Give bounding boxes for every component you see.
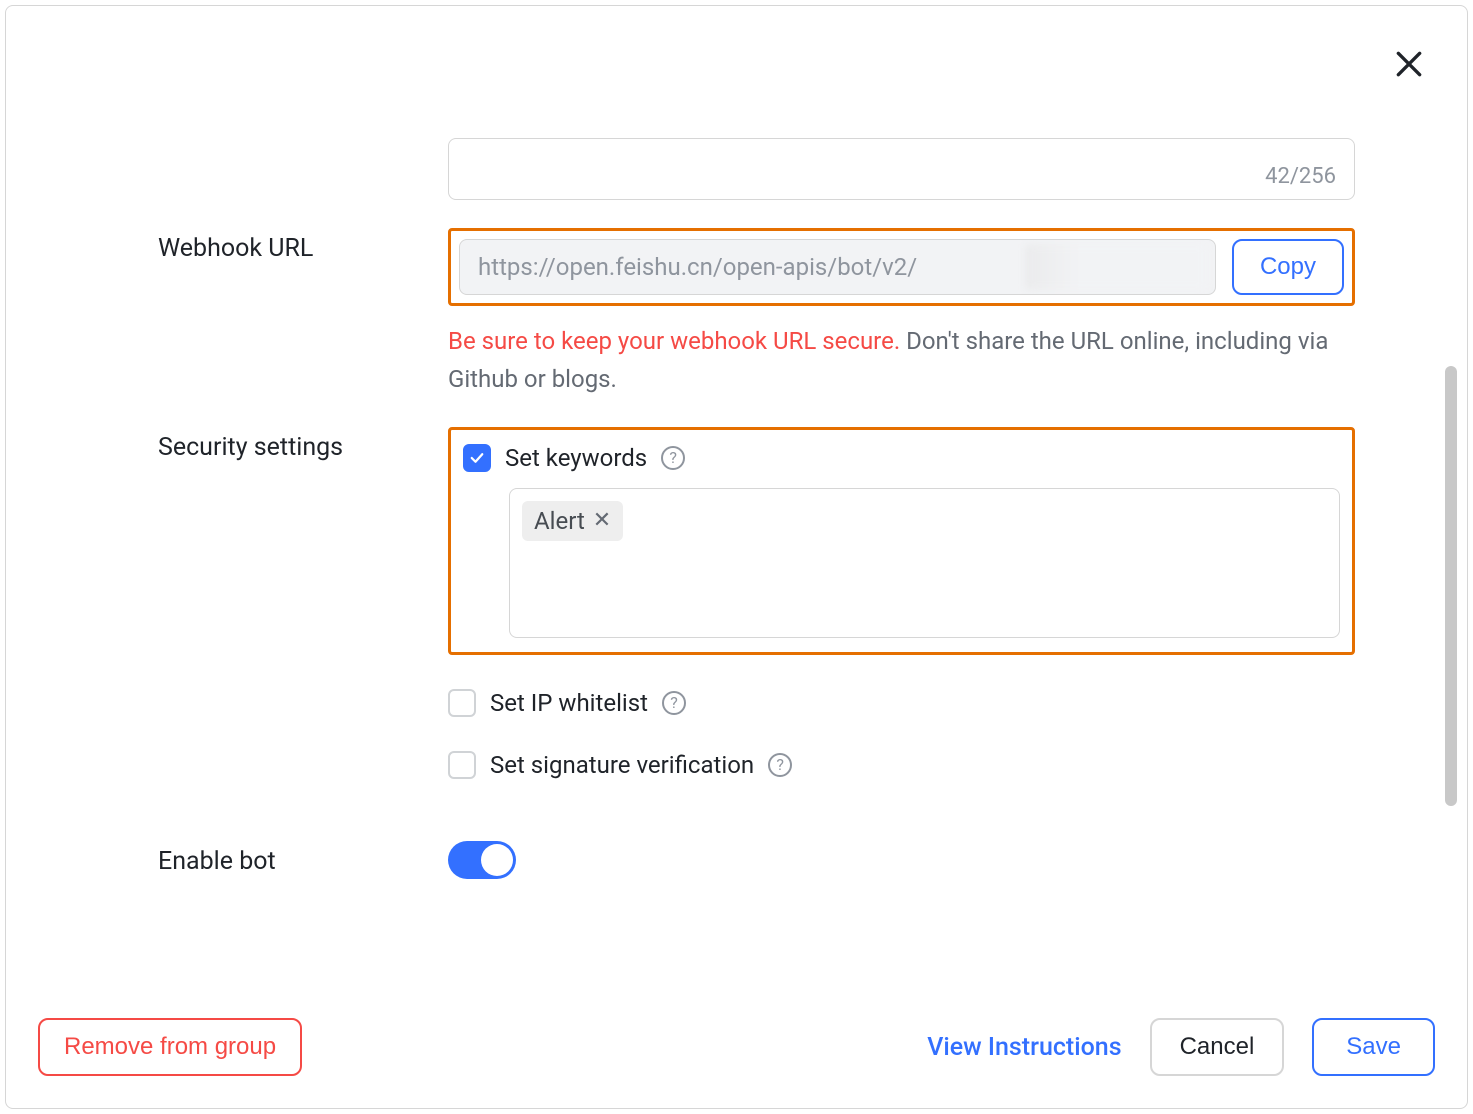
keyword-tag: Alert ✕: [522, 501, 623, 541]
webhook-url-input[interactable]: https://open.feishu.cn/open-apis/bot/v2/: [459, 239, 1216, 295]
label-webhook-url: Webhook URL: [158, 228, 448, 263]
description-input[interactable]: 42/256: [448, 138, 1355, 200]
modal-footer: Remove from group View Instructions Canc…: [38, 1018, 1435, 1076]
close-button[interactable]: [1389, 44, 1429, 84]
bot-settings-modal: 42/256 Webhook URL https://open.feishu.c…: [5, 5, 1468, 1109]
toggle-knob: [481, 844, 513, 876]
label-ip-whitelist: Set IP whitelist: [490, 689, 648, 717]
scrollbar[interactable]: [1445, 366, 1457, 806]
save-button[interactable]: Save: [1312, 1018, 1435, 1076]
keywords-input[interactable]: Alert ✕: [509, 488, 1340, 638]
checkbox-ip-whitelist[interactable]: [448, 689, 476, 717]
label-enable-bot: Enable bot: [158, 841, 448, 876]
checkbox-signature-verification[interactable]: [448, 751, 476, 779]
webhook-highlight: https://open.feishu.cn/open-apis/bot/v2/…: [448, 228, 1355, 306]
webhook-url-value: https://open.feishu.cn/open-apis/bot/v2/: [478, 253, 917, 281]
view-instructions-link[interactable]: View Instructions: [927, 1033, 1121, 1062]
warning-red: Be sure to keep your webhook URL secure.: [448, 327, 906, 355]
keyword-tag-label: Alert: [534, 507, 585, 535]
remove-from-group-button[interactable]: Remove from group: [38, 1018, 302, 1076]
webhook-warning: Be sure to keep your webhook URL secure.…: [448, 322, 1355, 399]
checkbox-set-keywords[interactable]: [463, 444, 491, 472]
help-icon-ip-whitelist[interactable]: ?: [662, 691, 686, 715]
help-icon-keywords[interactable]: ?: [661, 446, 685, 470]
label-set-keywords: Set keywords: [505, 444, 647, 472]
security-highlight: Set keywords ? Alert ✕: [448, 427, 1355, 655]
label-security-settings: Security settings: [158, 427, 448, 462]
keyword-tag-remove[interactable]: ✕: [593, 508, 611, 533]
enable-bot-toggle[interactable]: [448, 841, 516, 879]
copy-button[interactable]: Copy: [1232, 239, 1344, 295]
check-icon: [468, 449, 486, 467]
webhook-url-masked: [1027, 244, 1207, 290]
help-icon-signature[interactable]: ?: [768, 753, 792, 777]
char-counter: 42/256: [1265, 164, 1336, 189]
label-empty: [158, 138, 448, 144]
close-icon: [1393, 48, 1425, 80]
label-signature-verification: Set signature verification: [490, 751, 754, 779]
cancel-button[interactable]: Cancel: [1150, 1018, 1285, 1076]
